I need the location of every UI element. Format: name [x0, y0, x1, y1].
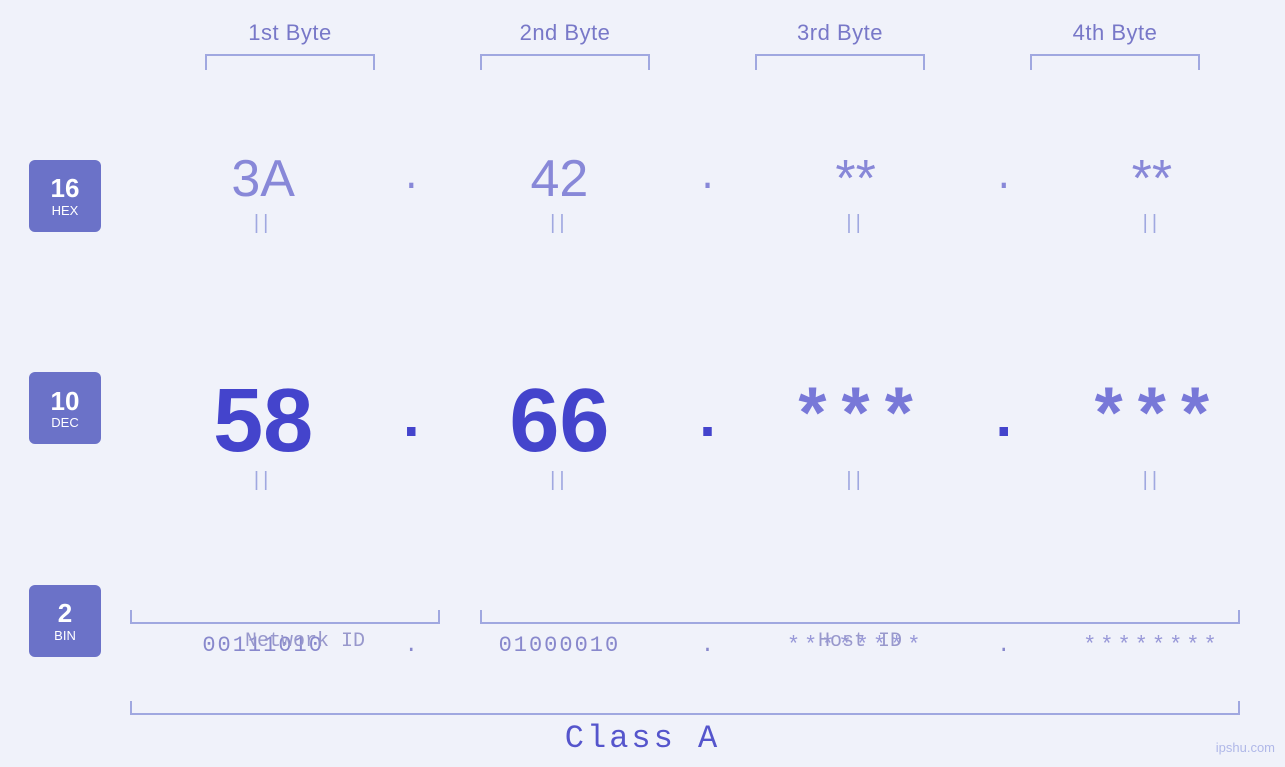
hex-dot3: .: [993, 158, 1015, 199]
class-label-row: Class A: [0, 720, 1285, 757]
network-bracket: [130, 610, 440, 624]
byte-label-4: 4th Byte: [978, 20, 1253, 46]
dec-row: 58 . 66 . *** . ***: [130, 376, 1285, 496]
class-label: Class A: [565, 720, 720, 757]
id-labels: Network ID Host ID: [130, 630, 1240, 653]
byte-labels-row: 1st Byte 2nd Byte 3rd Byte 4th Byte: [153, 20, 1253, 46]
top-bracket-row: [153, 54, 1253, 70]
network-id-label: Network ID: [130, 630, 480, 653]
dec-value-row: 58 . 66 . *** . ***: [130, 376, 1285, 466]
dec-dot3: .: [986, 387, 1022, 455]
hex-dot2: .: [697, 158, 719, 199]
main-container: 1st Byte 2nd Byte 3rd Byte 4th Byte 16 H…: [0, 0, 1285, 767]
base-labels-column: 16 HEX 10 DEC 2 BIN: [0, 80, 130, 767]
dec-dot2: .: [690, 387, 726, 455]
dec-byte4: ***: [1087, 380, 1217, 462]
dec-byte1: 58: [213, 376, 313, 466]
sep-row-2: || || || ||: [130, 466, 1285, 496]
hex-byte4: **: [1132, 149, 1172, 209]
hex-dot1: .: [400, 158, 422, 199]
dec-byte2: 66: [509, 376, 609, 466]
hex-row: 3A . 42 . ** . ** ||: [130, 149, 1285, 239]
hex-byte2: 42: [530, 149, 588, 209]
byte-label-3: 3rd Byte: [703, 20, 978, 46]
dec-badge: 10 DEC: [29, 372, 101, 444]
dec-byte3: ***: [791, 380, 921, 462]
bottom-bracket-labels: Network ID Host ID: [130, 610, 1285, 667]
hex-byte3: **: [835, 149, 875, 209]
hex-byte1: 3A: [231, 149, 295, 209]
sep-row-1: || || || ||: [130, 209, 1285, 239]
bracket-gap: [440, 610, 480, 624]
hex-value-row: 3A . 42 . ** . **: [130, 149, 1285, 209]
full-bracket-section: [130, 701, 1285, 715]
id-brackets: [130, 610, 1240, 624]
hex-badge: 16 HEX: [29, 160, 101, 232]
host-id-label: Host ID: [480, 630, 1240, 653]
byte-label-1: 1st Byte: [153, 20, 428, 46]
host-bracket: [480, 610, 1240, 624]
bin-badge: 2 BIN: [29, 585, 101, 657]
byte-label-2: 2nd Byte: [428, 20, 703, 46]
dec-dot1: .: [393, 387, 429, 455]
watermark: ipshu.com: [1216, 740, 1275, 755]
full-bracket: [130, 701, 1240, 715]
